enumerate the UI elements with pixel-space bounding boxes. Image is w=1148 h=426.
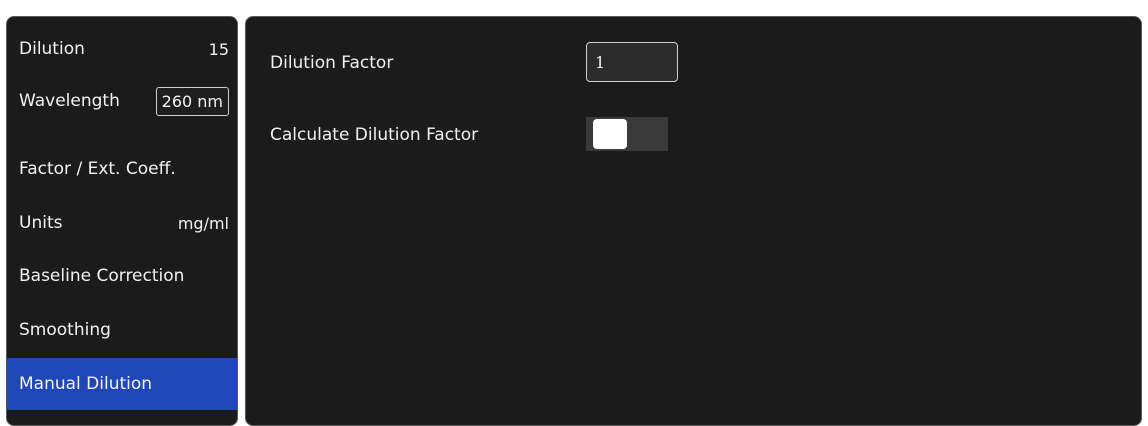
units-value: mg/ml xyxy=(177,213,229,233)
wavelength-value-box[interactable]: 260 nm xyxy=(155,86,229,116)
dilution-value: 15 xyxy=(208,39,229,59)
dilution-factor-label: Dilution Factor xyxy=(270,53,394,73)
sidebar-item-wavelength[interactable]: Wavelength 260 nm xyxy=(7,75,237,127)
settings-sidebar: Dilution 15 Wavelength 260 nm Factor / E… xyxy=(6,16,238,426)
sidebar-item-units[interactable]: Units mg/ml xyxy=(7,197,237,249)
sidebar-item-label: Units xyxy=(19,213,63,233)
sidebar-item-label: Factor / Ext. Coeff. xyxy=(19,159,176,179)
sidebar-item-label: Wavelength xyxy=(19,91,120,111)
sidebar-item-label: Manual Dilution xyxy=(19,374,153,394)
sidebar-item-manual-dilution[interactable]: Manual Dilution xyxy=(7,358,237,410)
dilution-factor-input[interactable]: 1 xyxy=(586,42,678,82)
sidebar-item-label: Dilution xyxy=(19,39,85,59)
calculate-dilution-factor-toggle[interactable] xyxy=(586,117,668,151)
sidebar-item-baseline-correction[interactable]: Baseline Correction xyxy=(7,250,237,302)
sidebar-item-smoothing[interactable]: Smoothing xyxy=(7,304,237,356)
sidebar-item-label: Baseline Correction xyxy=(19,266,185,286)
sidebar-item-label: Smoothing xyxy=(19,320,111,340)
sidebar-item-factor-ext-coeff[interactable]: Factor / Ext. Coeff. xyxy=(7,143,237,195)
manual-dilution-panel: Dilution Factor 1 Calculate Dilution Fac… xyxy=(245,16,1142,426)
toggle-knob xyxy=(593,119,627,149)
sidebar-item-dilution[interactable]: Dilution 15 xyxy=(7,23,237,75)
calculate-dilution-factor-label: Calculate Dilution Factor xyxy=(270,125,479,145)
